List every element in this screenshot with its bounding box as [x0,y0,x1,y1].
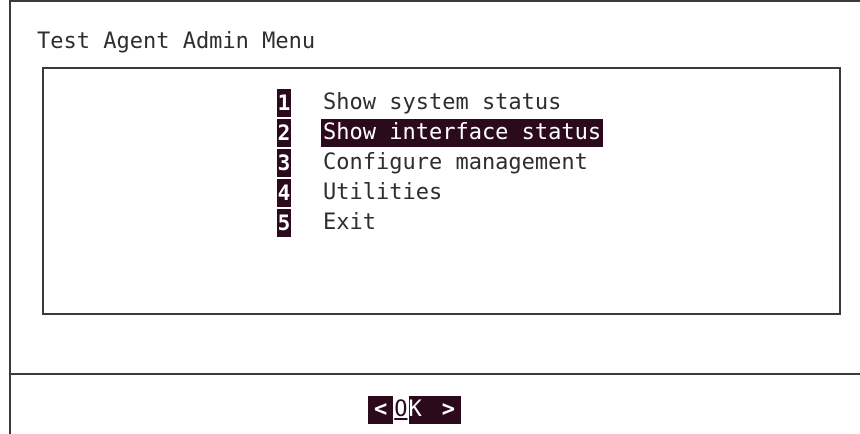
menu-item-configure-management[interactable]: 3 Configure management [277,148,590,178]
menu-list: 1 Show system status 2 Show interface st… [42,67,841,315]
menu-item-show-interface-status[interactable]: 2 Show interface status [277,118,604,148]
menu-item-show-system-status[interactable]: 1 Show system status [277,88,563,118]
menu-item-key: 4 [277,179,291,207]
menu-item-label: Exit [323,210,376,235]
ok-button-hotkey: O [393,396,409,424]
menu-item-key: 2 [277,119,291,147]
ok-button-right-bracket: > [435,396,461,424]
menu-item-label: Show system status [323,90,562,115]
menu-item-label-selected: Show interface status [321,119,604,147]
menu-item-label: Utilities [323,180,443,205]
admin-menu-dialog: Test Agent Admin Menu 1 Show system stat… [9,0,860,434]
menu-item-key: 3 [277,149,291,177]
menu-item-exit[interactable]: 5 Exit [277,208,378,238]
ok-button[interactable]: < O K > [368,396,461,424]
menu-item-key: 1 [277,89,291,117]
button-separator [11,373,860,375]
menu-item-utilities[interactable]: 4 Utilities [277,178,444,208]
menu-item-label: Configure management [323,150,588,175]
ok-button-label-rest: K [408,396,436,424]
dialog-title: Test Agent Admin Menu [37,29,316,54]
menu-item-key: 5 [277,209,291,237]
ok-button-left-bracket: < [368,396,394,424]
